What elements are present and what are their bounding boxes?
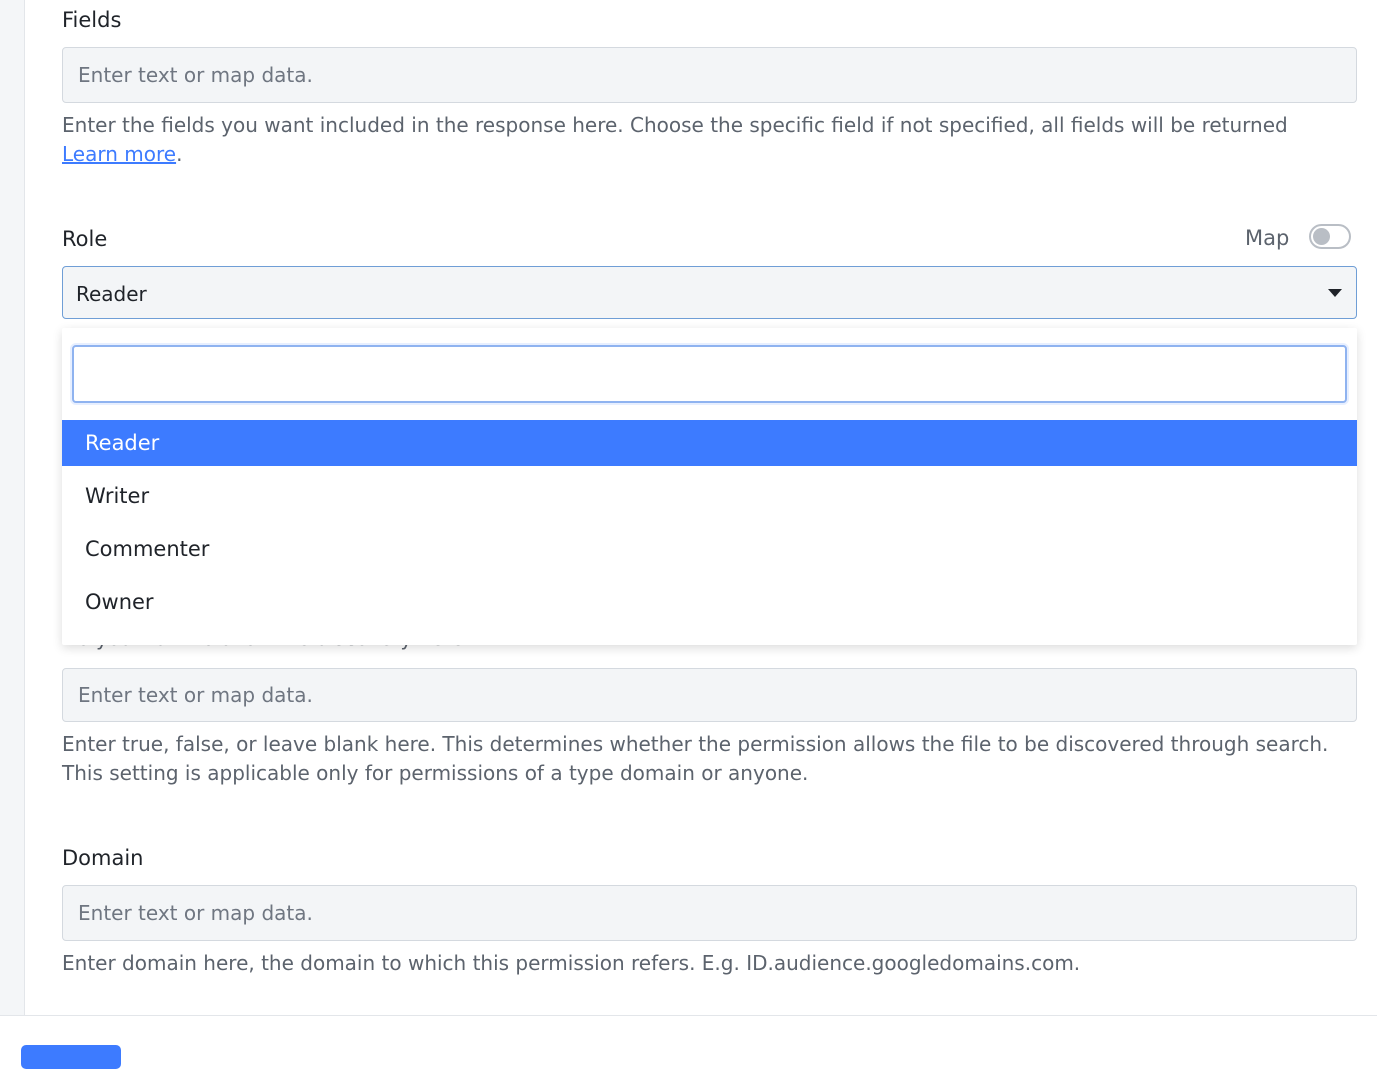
learn-more-link[interactable]: Learn more bbox=[62, 142, 176, 166]
map-toggle-label: Map bbox=[1245, 226, 1290, 250]
role-label: Role bbox=[62, 227, 108, 251]
discovery-input[interactable] bbox=[62, 668, 1357, 722]
role-select[interactable]: Reader bbox=[62, 266, 1357, 319]
role-dropdown: Reader Writer Commenter Owner bbox=[62, 328, 1357, 645]
discovery-help: Enter true, false, or leave blank here. … bbox=[62, 732, 1329, 785]
role-search-input[interactable] bbox=[72, 345, 1347, 403]
role-option-writer[interactable]: Writer bbox=[62, 473, 1357, 519]
role-select-value: Reader bbox=[76, 282, 147, 306]
map-toggle-knob bbox=[1313, 228, 1330, 245]
left-rail bbox=[0, 0, 25, 1015]
learn-more-period: . bbox=[176, 142, 183, 166]
chevron-down-icon bbox=[1328, 289, 1342, 297]
domain-label: Domain bbox=[62, 846, 144, 870]
fields-input[interactable] bbox=[62, 47, 1357, 103]
fields-label: Fields bbox=[62, 8, 122, 32]
domain-input[interactable] bbox=[62, 885, 1357, 941]
footer-primary-button[interactable] bbox=[21, 1045, 121, 1069]
role-option-commenter[interactable]: Commenter bbox=[62, 526, 1357, 572]
fields-help: Enter the fields you want included in th… bbox=[62, 111, 1362, 169]
role-option-reader[interactable]: Reader bbox=[62, 420, 1357, 466]
map-toggle[interactable] bbox=[1309, 224, 1351, 249]
domain-help: Enter domain here, the domain to which t… bbox=[62, 951, 1081, 975]
fields-help-text: Enter the fields you want included in th… bbox=[62, 113, 1288, 137]
footer-divider bbox=[0, 1015, 1377, 1016]
role-option-owner[interactable]: Owner bbox=[62, 579, 1357, 625]
